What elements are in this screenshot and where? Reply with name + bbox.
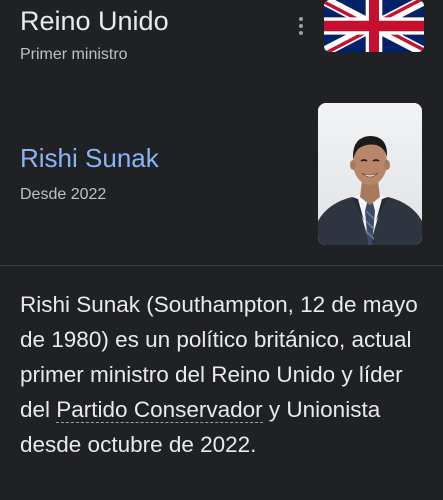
description-part-3: desde octubre de 2022. xyxy=(20,432,257,457)
unionista-text: Unionista xyxy=(286,397,381,422)
office-subtitle: Primer ministro xyxy=(20,46,128,63)
country-title: Reino Unido xyxy=(20,6,169,36)
tenure-since: Desde 2022 xyxy=(20,186,107,203)
description-text: Rishi Sunak (Southampton, 12 de mayo de … xyxy=(20,287,430,462)
portrait-photo[interactable] xyxy=(318,103,422,245)
more-options-icon[interactable] xyxy=(290,10,312,36)
description-part-2: y xyxy=(262,397,287,422)
person-card[interactable]: Rishi Sunak Desde 2022 xyxy=(0,96,443,264)
person-name-link[interactable]: Rishi Sunak xyxy=(20,142,159,174)
partido-conservador-link[interactable]: Partido Conservador xyxy=(56,397,263,423)
section-divider xyxy=(0,265,443,266)
header: Reino Unido Primer ministro xyxy=(0,0,443,96)
uk-flag-icon xyxy=(324,0,424,52)
